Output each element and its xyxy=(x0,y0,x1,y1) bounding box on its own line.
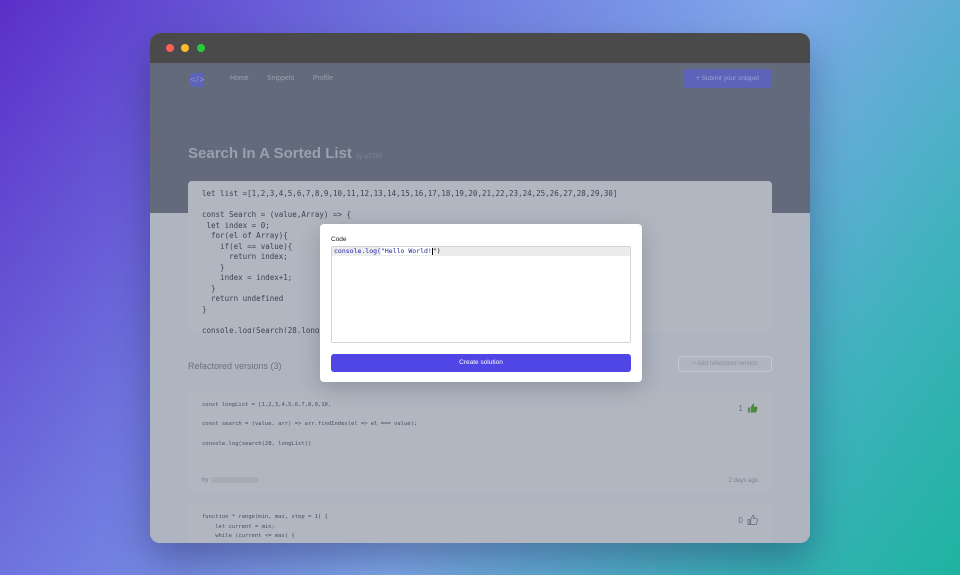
code-line: const search = (value, arr) => arr.findI… xyxy=(202,421,418,428)
window-titlebar xyxy=(150,33,810,63)
add-refactored-version-button[interactable]: + Add refactored version xyxy=(678,356,772,372)
page-title: Search In A Sorted List xyxy=(188,145,352,162)
maximize-window-button[interactable] xyxy=(197,44,205,52)
create-solution-modal: Code console.log("Hello World!") Create … xyxy=(320,224,642,382)
create-solution-button[interactable]: Create solution xyxy=(331,354,631,372)
refactored-heading: Refactored versions (3) xyxy=(188,361,282,371)
vote-control[interactable]: 0 xyxy=(738,515,758,525)
code-line: function * range(min, max, step = 1) { xyxy=(202,514,328,520)
code-line: let list =[1,2,3,4,5,6,7,8,9,10,11,12,13… xyxy=(202,189,618,198)
code-line: const longList = [1,2,3,4,5,6,7,8,9,10, xyxy=(202,402,332,408)
editor-line[interactable]: console.log("Hello World!") xyxy=(332,247,630,256)
code-line: let current = min; xyxy=(202,523,275,530)
vote-count: 0 xyxy=(738,516,743,525)
minimize-window-button[interactable] xyxy=(181,44,189,52)
thumbs-up-outline-icon[interactable] xyxy=(747,515,758,525)
vote-count: 1 xyxy=(738,404,743,413)
code-editor[interactable]: console.log("Hello World!") xyxy=(331,246,631,343)
nav-link-home[interactable]: Home xyxy=(230,75,249,82)
close-window-button[interactable] xyxy=(166,44,174,52)
refactored-card: function * range(min, max, step = 1) { l… xyxy=(188,503,772,543)
refactored-code: function * range(min, max, step = 1) { l… xyxy=(202,513,758,543)
editor-code-string: "Hello World! xyxy=(380,247,432,255)
thumbs-up-icon[interactable] xyxy=(747,403,758,413)
refactored-code: const longList = [1,2,3,4,5,6,7,8,9,10, … xyxy=(202,401,758,450)
logo-icon[interactable]: </> xyxy=(190,73,204,87)
code-line: while (current <= max) { xyxy=(202,533,295,540)
nav-link-profile[interactable]: Profile xyxy=(313,75,333,82)
snippet-header: Search In A Sorted List by ui7789 xyxy=(188,145,382,163)
refactored-card: const longList = [1,2,3,4,5,6,7,8,9,10, … xyxy=(188,391,772,493)
editor-code-suffix: ") xyxy=(432,247,441,255)
top-nav: </> Home Snippets Profile + Submit your … xyxy=(150,63,810,95)
submit-snippet-button[interactable]: + Submit your snippet xyxy=(683,69,772,88)
snippet-author: by ui7789 xyxy=(355,154,382,160)
vote-control[interactable]: 1 xyxy=(738,403,758,413)
author-name-blurred xyxy=(211,477,260,484)
code-line: yield current; xyxy=(202,542,758,543)
card-date: 2 days ago xyxy=(728,478,758,484)
card-author: by xyxy=(202,477,260,484)
editor-code-prefix: console.log( xyxy=(334,247,381,255)
code-line: const Search = (value,Array) => { xyxy=(202,210,352,219)
nav-link-snippets[interactable]: Snippets xyxy=(267,75,294,82)
code-label: Code xyxy=(331,236,347,243)
author-prefix: by xyxy=(202,478,209,484)
code-line: console.log(search(28, longList)) xyxy=(202,440,312,447)
